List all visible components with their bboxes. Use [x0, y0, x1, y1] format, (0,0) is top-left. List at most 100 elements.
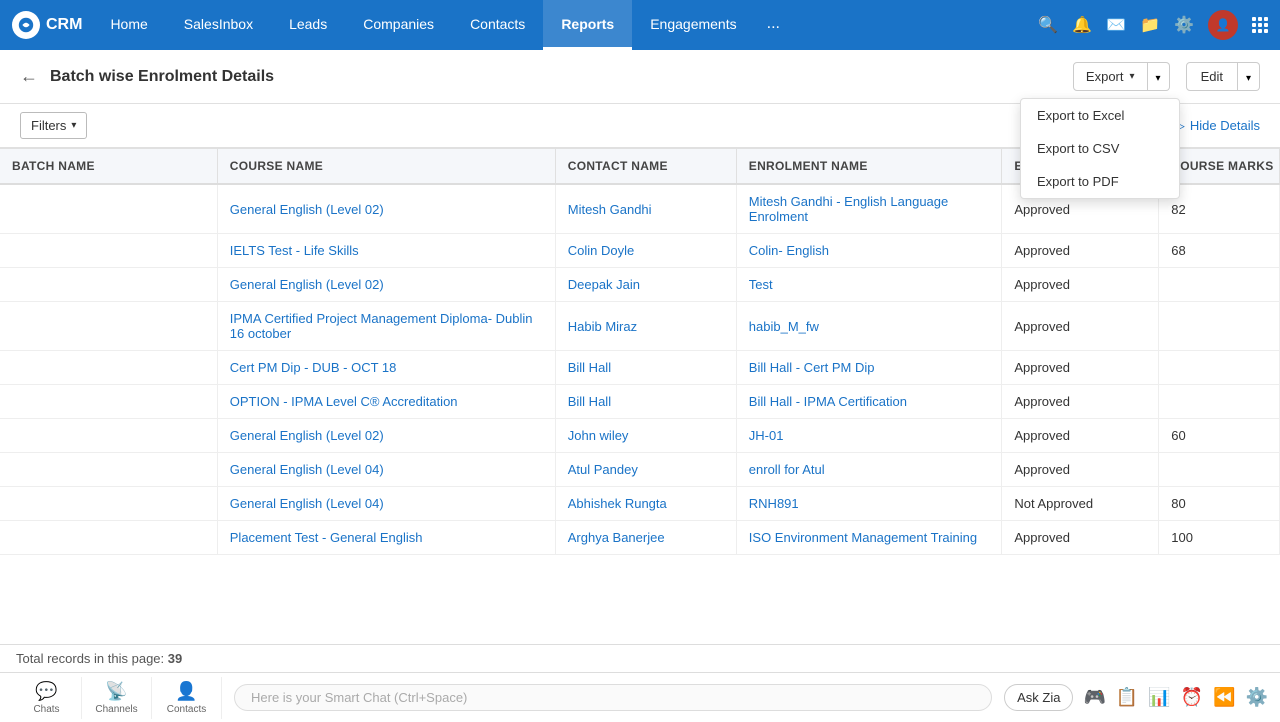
nav-contacts[interactable]: Contacts	[452, 0, 543, 50]
export-button[interactable]: Export ▾	[1073, 62, 1148, 91]
link-contact-name[interactable]: Colin Doyle	[568, 243, 634, 258]
edit-arrow-icon: ▾	[1246, 73, 1251, 84]
cell-course-name: OPTION - IPMA Level C® Accreditation	[217, 385, 555, 419]
link-course-name[interactable]: OPTION - IPMA Level C® Accreditation	[230, 394, 458, 409]
analytics-icon[interactable]: 📊	[1148, 687, 1170, 708]
link-course-name[interactable]: General English (Level 04)	[230, 462, 384, 477]
nav-home[interactable]: Home	[92, 0, 165, 50]
nav-reports[interactable]: Reports	[543, 0, 632, 50]
hide-details-button[interactable]: ▷ Hide Details	[1175, 118, 1260, 134]
cell-enrolment-name: Mitesh Gandhi - English Language Enrolme…	[736, 184, 1002, 234]
more-icon[interactable]: ⚙️	[1246, 687, 1268, 708]
cell-batch-name	[0, 351, 217, 385]
grid-apps-icon[interactable]	[1252, 17, 1268, 33]
gamepad-icon[interactable]: 🎮	[1083, 687, 1105, 708]
nav-companies[interactable]: Companies	[345, 0, 452, 50]
page-header: ← Batch wise Enrolment Details Export ▾ …	[0, 50, 1280, 104]
settings-icon[interactable]: ⚙️	[1174, 15, 1194, 35]
bottom-channels[interactable]: 📡 Channels	[82, 677, 152, 719]
link-contact-name[interactable]: Bill Hall	[568, 360, 611, 375]
search-icon[interactable]: 🔍	[1038, 15, 1058, 35]
link-enrolment-name[interactable]: Mitesh Gandhi - English Language Enrolme…	[749, 194, 948, 224]
link-course-name[interactable]: Cert PM Dip - DUB - OCT 18	[230, 360, 397, 375]
cell-contact-name: Arghya Banerjee	[555, 521, 736, 555]
link-course-name[interactable]: General English (Level 02)	[230, 428, 384, 443]
link-course-name[interactable]: General English (Level 02)	[230, 202, 384, 217]
filters-button[interactable]: Filters ▾	[20, 112, 87, 139]
cell-contact-name: Bill Hall	[555, 351, 736, 385]
link-contact-name[interactable]: Arghya Banerjee	[568, 530, 665, 545]
link-enrolment-name[interactable]: Bill Hall - IPMA Certification	[749, 394, 907, 409]
link-enrolment-name[interactable]: RNH891	[749, 496, 799, 511]
table-row: Cert PM Dip - DUB - OCT 18 Bill Hall Bill …	[0, 351, 1280, 385]
history-icon[interactable]: ⏪	[1213, 687, 1235, 708]
header-actions: Export ▾ ▾ Edit ▾ Export to Excel Export…	[1073, 62, 1260, 91]
link-enrolment-name[interactable]: JH-01	[749, 428, 784, 443]
export-excel-option[interactable]: Export to Excel	[1021, 99, 1179, 132]
link-contact-name[interactable]: Habib Miraz	[568, 319, 637, 334]
link-course-name[interactable]: Placement Test - General English	[230, 530, 423, 545]
link-enrolment-name[interactable]: Bill Hall - Cert PM Dip	[749, 360, 875, 375]
bottom-nav-icons: 💬 Chats 📡 Channels 👤 Contacts	[12, 677, 222, 719]
user-avatar[interactable]: 👤	[1208, 10, 1238, 40]
col-course-name: COURSE NAME	[217, 149, 555, 184]
cell-contact-name: Habib Miraz	[555, 302, 736, 351]
app-logo[interactable]: CRM	[12, 11, 82, 39]
edit-dropdown-toggle[interactable]: ▾	[1238, 62, 1260, 91]
ask-zia-button[interactable]: Ask Zia	[1004, 684, 1073, 711]
cell-contact-name: Colin Doyle	[555, 234, 736, 268]
link-enrolment-name[interactable]: Colin- English	[749, 243, 829, 258]
edit-button[interactable]: Edit	[1186, 62, 1238, 91]
cell-contact-name: Bill Hall	[555, 385, 736, 419]
table-row: General English (Level 02) Deepak Jain Tes…	[0, 268, 1280, 302]
nav-salesinbox[interactable]: SalesInbox	[166, 0, 271, 50]
nav-engagements[interactable]: Engagements	[632, 0, 754, 50]
link-contact-name[interactable]: Mitesh Gandhi	[568, 202, 652, 217]
chats-label: Chats	[33, 704, 59, 715]
cell-enrolment-name: JH-01	[736, 419, 1002, 453]
alarm-icon[interactable]: ⏰	[1181, 687, 1203, 708]
sub-header-right: ▷ Hide Details	[1175, 118, 1260, 134]
app-name: CRM	[46, 16, 82, 34]
smart-chat-input[interactable]: Here is your Smart Chat (Ctrl+Space)	[234, 684, 992, 711]
cell-enrolment-name: Test	[736, 268, 1002, 302]
link-course-name[interactable]: General English (Level 04)	[230, 496, 384, 511]
folder-icon[interactable]: 📁	[1140, 15, 1160, 35]
link-contact-name[interactable]: Abhishek Rungta	[568, 496, 667, 511]
col-contact-name: CONTACT NAME	[555, 149, 736, 184]
cell-enrolment-status: Approved	[1002, 453, 1159, 487]
export-arrow-icon: ▾	[1156, 73, 1161, 84]
link-course-name[interactable]: IPMA Certified Project Management Diplom…	[230, 311, 533, 341]
cell-enrolment-name: RNH891	[736, 487, 1002, 521]
link-contact-name[interactable]: Deepak Jain	[568, 277, 640, 292]
export-dropdown-toggle[interactable]: ▾	[1148, 62, 1170, 91]
bottom-contacts[interactable]: 👤 Contacts	[152, 677, 222, 719]
clipboard-icon[interactable]: 📋	[1116, 687, 1138, 708]
cell-course-name: General English (Level 04)	[217, 487, 555, 521]
notifications-icon[interactable]: 🔔	[1072, 15, 1092, 35]
cell-course-marks: 100	[1159, 521, 1280, 555]
link-enrolment-name[interactable]: ISO Environment Management Training	[749, 530, 977, 545]
cell-enrolment-name: Bill Hall - IPMA Certification	[736, 385, 1002, 419]
export-pdf-option[interactable]: Export to PDF	[1021, 165, 1179, 198]
nav-more[interactable]: ...	[755, 0, 792, 50]
cell-course-name: General English (Level 02)	[217, 268, 555, 302]
table-row: OPTION - IPMA Level C® Accreditation Bill…	[0, 385, 1280, 419]
link-enrolment-name[interactable]: habib_M_fw	[749, 319, 819, 334]
link-contact-name[interactable]: John wiley	[568, 428, 629, 443]
table-row: General English (Level 02) John wiley JH-0…	[0, 419, 1280, 453]
cell-enrolment-name: Colin- English	[736, 234, 1002, 268]
table-row: General English (Level 04) Atul Pandey enr…	[0, 453, 1280, 487]
link-course-name[interactable]: General English (Level 02)	[230, 277, 384, 292]
back-button[interactable]: ←	[20, 66, 38, 87]
link-enrolment-name[interactable]: enroll for Atul	[749, 462, 825, 477]
cell-batch-name	[0, 302, 217, 351]
link-contact-name[interactable]: Bill Hall	[568, 394, 611, 409]
link-course-name[interactable]: IELTS Test - Life Skills	[230, 243, 359, 258]
bottom-chats[interactable]: 💬 Chats	[12, 677, 82, 719]
export-csv-option[interactable]: Export to CSV	[1021, 132, 1179, 165]
compose-icon[interactable]: ✉️	[1106, 15, 1126, 35]
link-contact-name[interactable]: Atul Pandey	[568, 462, 638, 477]
nav-leads[interactable]: Leads	[271, 0, 345, 50]
link-enrolment-name[interactable]: Test	[749, 277, 773, 292]
